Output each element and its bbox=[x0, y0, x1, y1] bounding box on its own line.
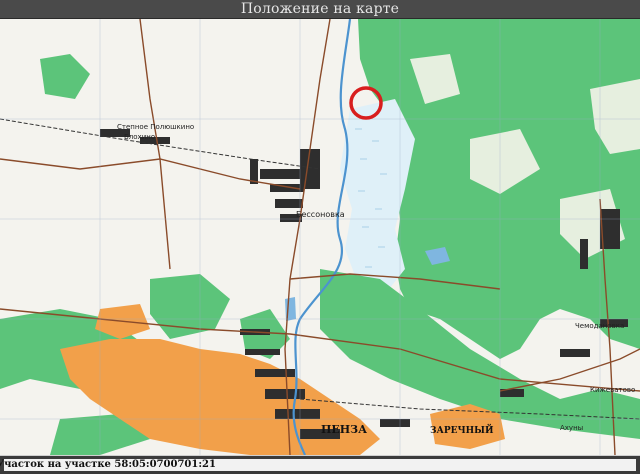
label-akhuny: Ахуны bbox=[560, 424, 583, 432]
label-penza: ПЕНЗА bbox=[321, 423, 367, 436]
status-bar-field: Участок на участке 58:05:0700701:21 bbox=[0, 459, 636, 471]
label-kizhevatovo: Кижеватово bbox=[590, 386, 635, 394]
status-bar: Участок на участке 58:05:0700701:21 bbox=[0, 455, 640, 474]
topographic-map[interactable]: Степное Полюшкино Блохино Бессоновка Чем… bbox=[0, 19, 640, 455]
map-view[interactable]: Степное Полюшкино Блохино Бессоновка Чем… bbox=[0, 19, 640, 455]
label-bessonovka: Бессоновка bbox=[296, 210, 345, 219]
label-chemodanovka: Чемодановка bbox=[575, 322, 624, 330]
label-village-left2: Блохино bbox=[124, 133, 155, 141]
page-title: Положение на карте bbox=[240, 1, 400, 17]
title-bar: Положение на карте bbox=[0, 0, 640, 19]
label-village-left: Степное Полюшкино bbox=[117, 123, 194, 131]
plot-info-text: Участок на участке 58:05:0700701:21 bbox=[0, 459, 216, 470]
